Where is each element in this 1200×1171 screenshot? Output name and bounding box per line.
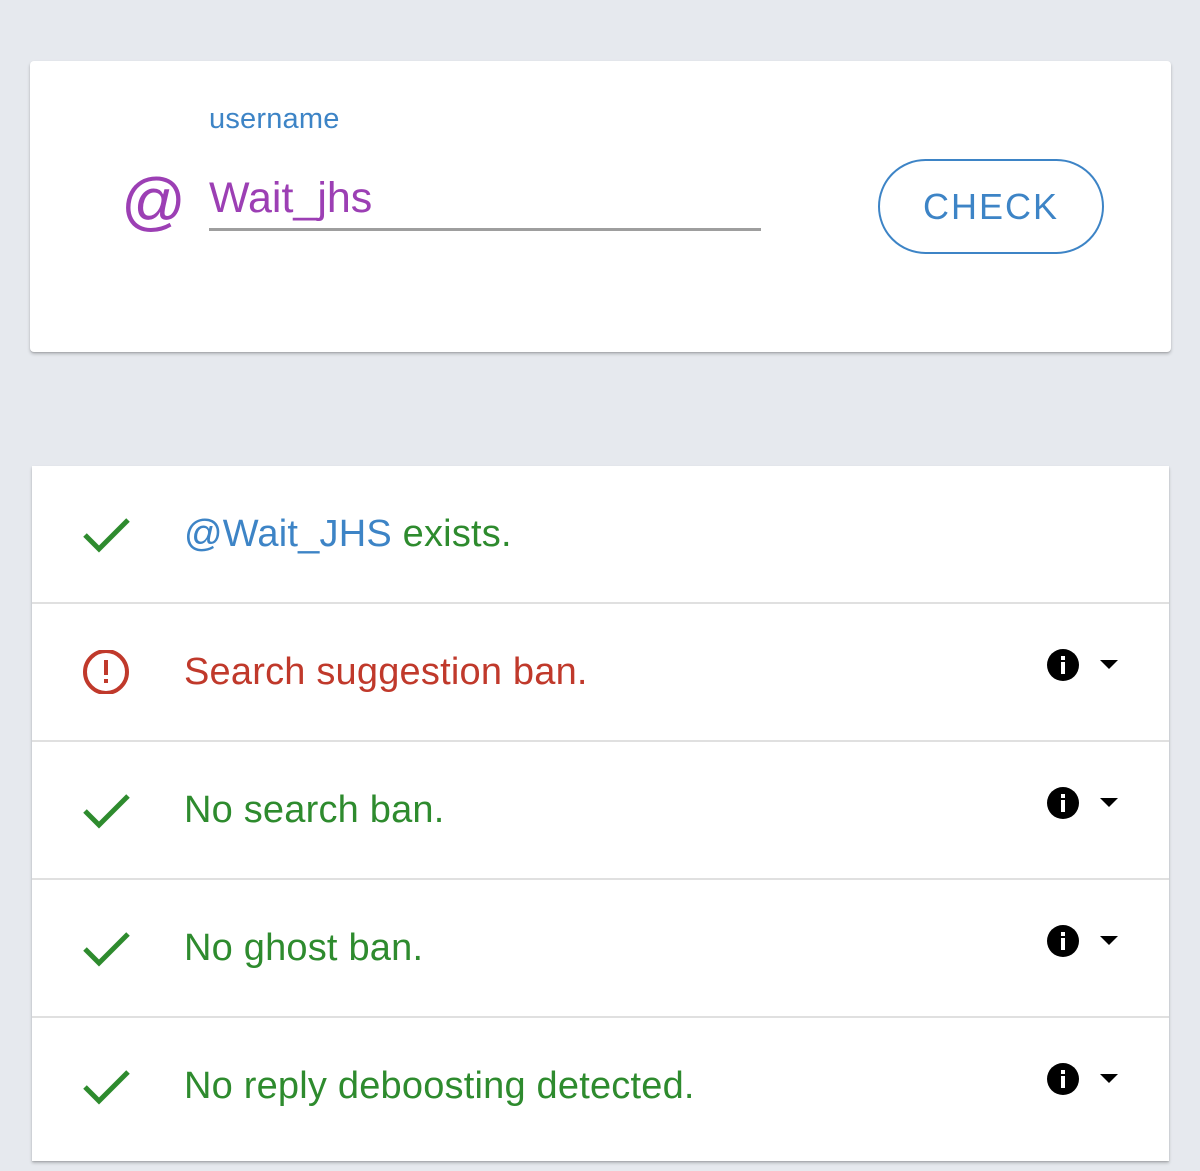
result-text: No search ban. xyxy=(184,789,445,831)
result-row-exists: @Wait_JHS exists. xyxy=(32,466,1169,604)
result-text-exists: @Wait_JHS exists. xyxy=(184,511,512,557)
result-text: No reply deboosting detected. xyxy=(184,1065,695,1107)
username-input[interactable] xyxy=(209,168,761,231)
check-button[interactable]: CHECK xyxy=(878,159,1104,254)
caret-down-icon[interactable] xyxy=(1100,658,1118,670)
username-link[interactable]: @Wait_JHS xyxy=(184,513,392,555)
check-icon xyxy=(83,1070,130,1105)
info-icon[interactable] xyxy=(1046,786,1080,820)
check-icon xyxy=(83,794,130,829)
info-icon[interactable] xyxy=(1046,924,1080,958)
at-sign-icon: @ xyxy=(120,165,185,237)
info-icon[interactable] xyxy=(1046,648,1080,682)
username-field-label: username xyxy=(209,103,340,135)
info-icon[interactable] xyxy=(1046,1062,1080,1096)
caret-down-icon[interactable] xyxy=(1100,1072,1118,1084)
result-row-search-ban[interactable]: No search ban. xyxy=(32,742,1169,880)
caret-down-icon[interactable] xyxy=(1100,796,1118,808)
exists-suffix: exists. xyxy=(391,513,512,555)
check-icon xyxy=(83,932,130,967)
username-search-card: username @ CHECK xyxy=(30,61,1171,352)
check-icon xyxy=(83,518,130,553)
result-text: Search suggestion ban. xyxy=(184,651,588,693)
result-row-search-suggestion-ban[interactable]: Search suggestion ban. xyxy=(32,604,1169,742)
alert-circle-icon xyxy=(83,650,129,694)
caret-down-icon[interactable] xyxy=(1100,934,1118,946)
result-row-reply-deboosting[interactable]: No reply deboosting detected. xyxy=(32,1018,1169,1156)
results-card: @Wait_JHS exists. Search suggestion ban.… xyxy=(32,466,1169,1161)
result-text: No ghost ban. xyxy=(184,927,424,969)
result-row-ghost-ban[interactable]: No ghost ban. xyxy=(32,880,1169,1018)
